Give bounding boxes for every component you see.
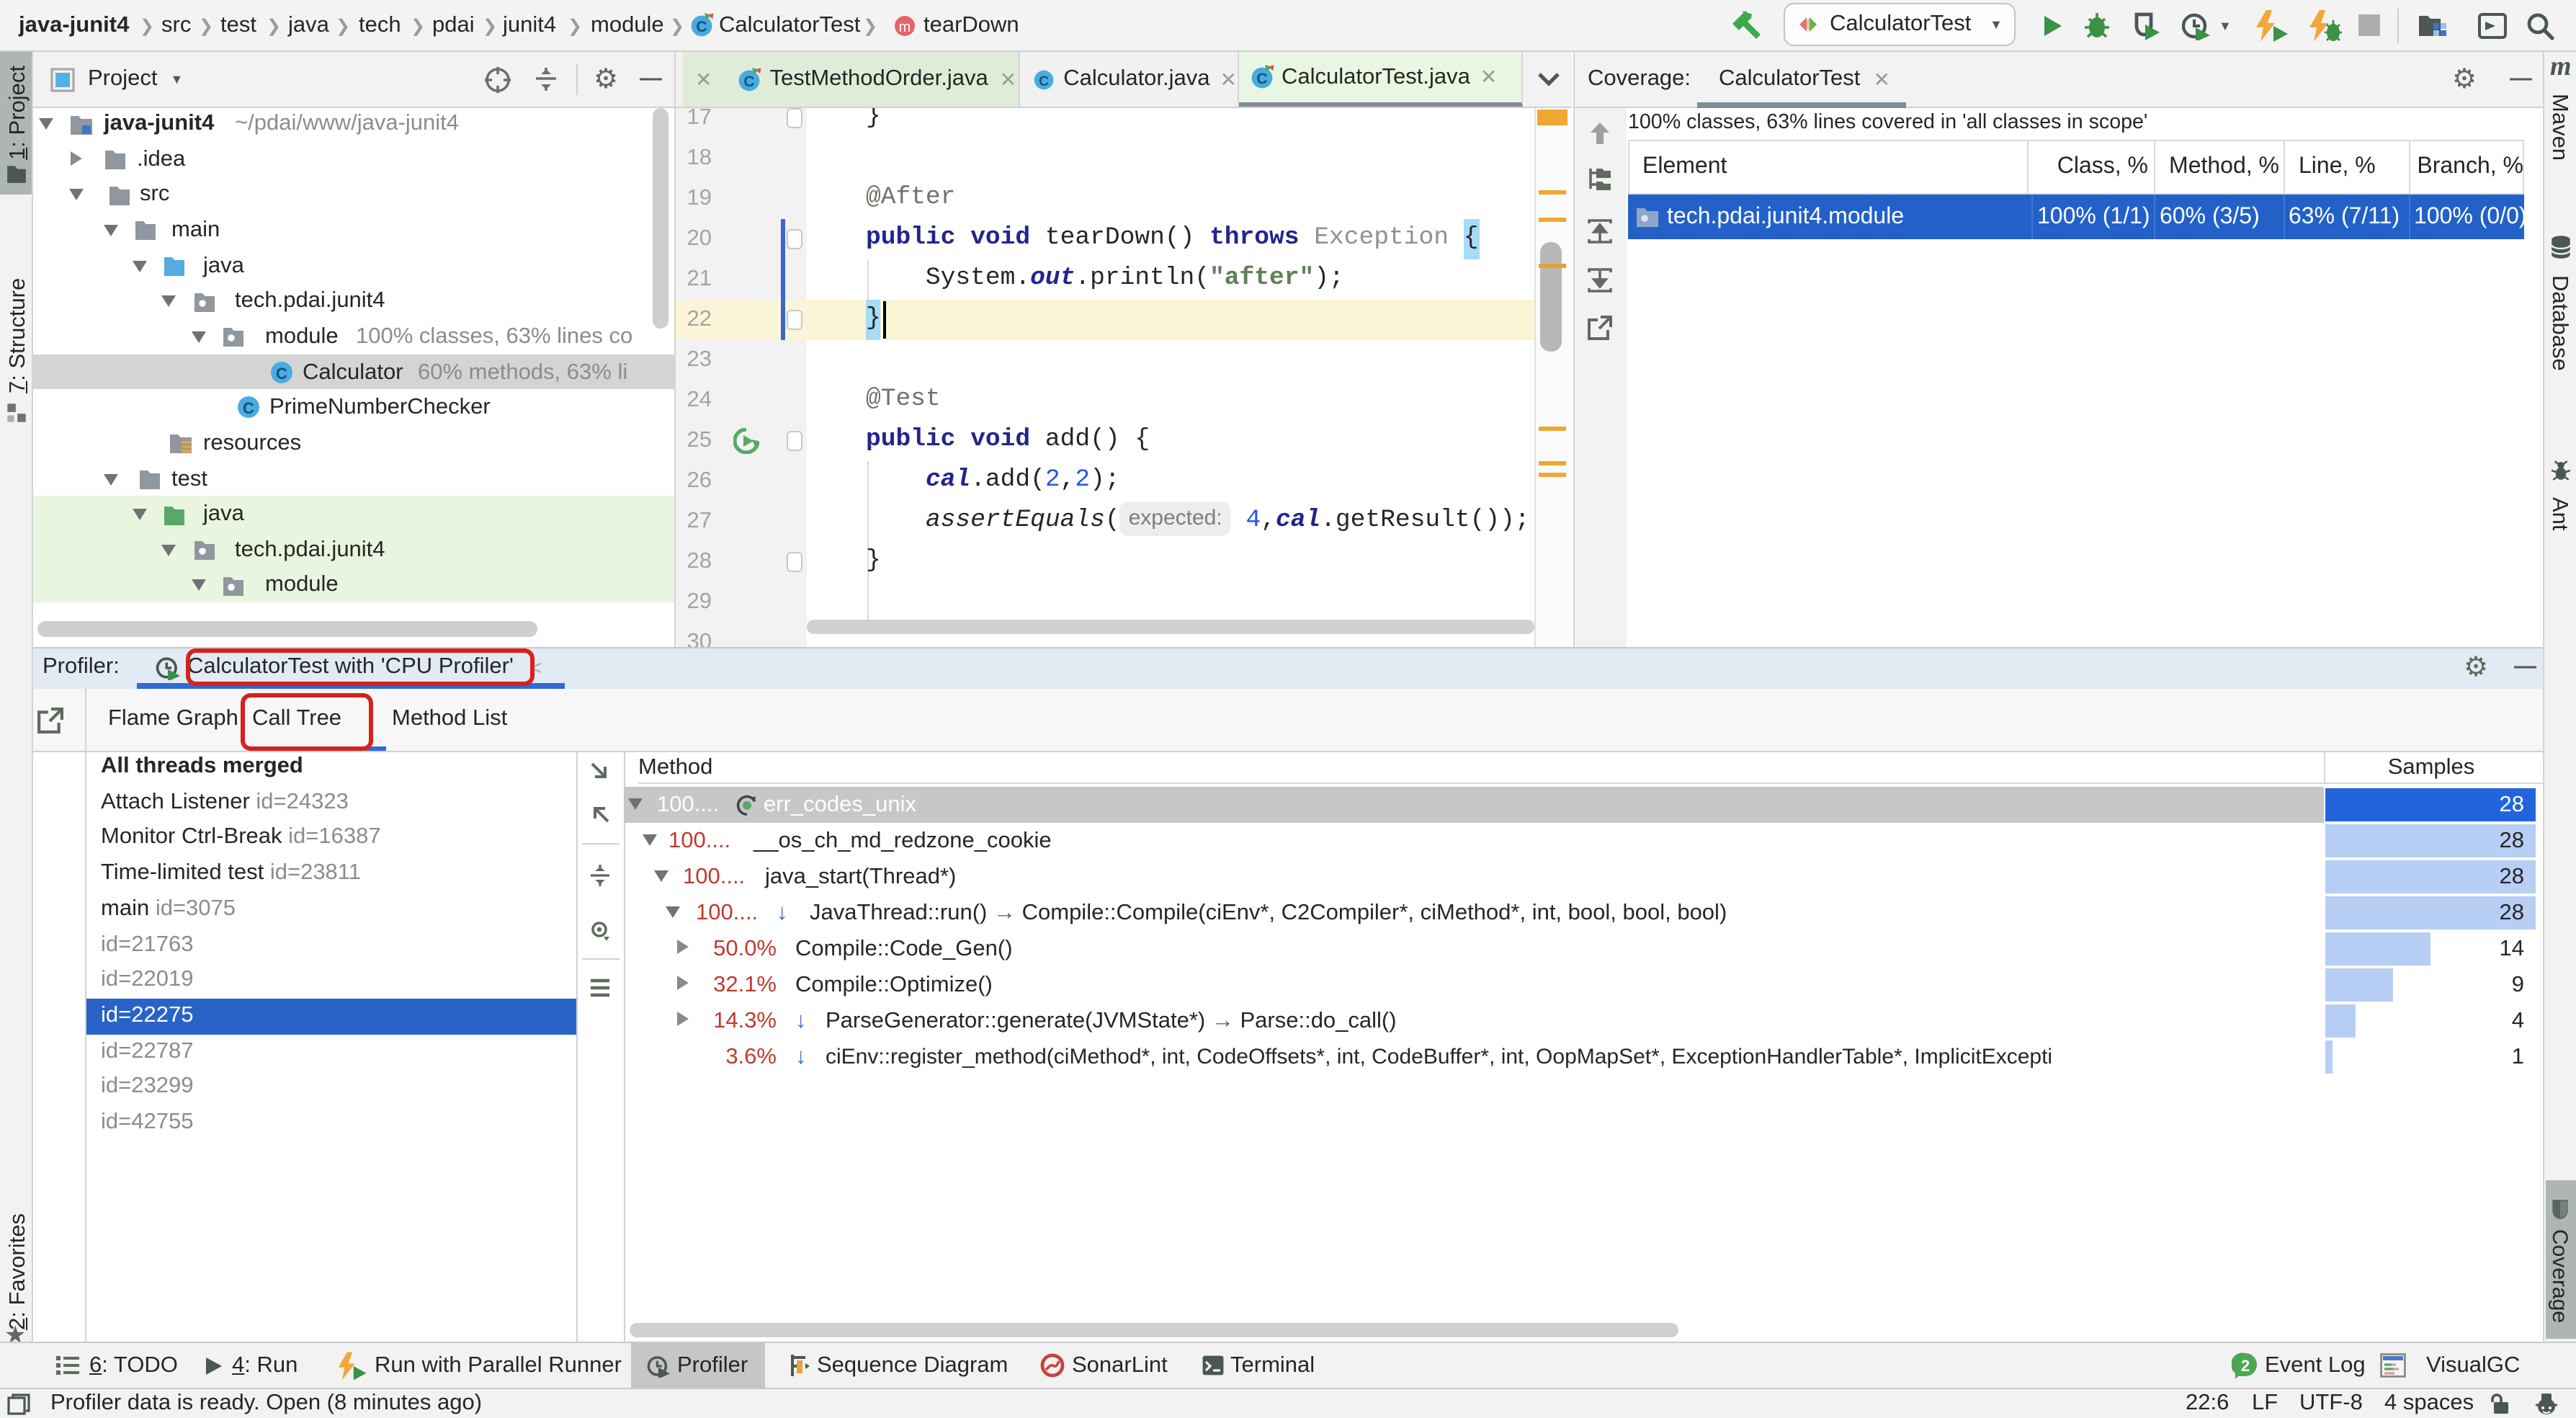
svg-text:C: C <box>1256 71 1266 87</box>
svg-text:C: C <box>276 364 287 382</box>
svg-text:m: m <box>899 19 911 35</box>
svg-text:2: 2 <box>2241 1357 2250 1375</box>
svg-text:C: C <box>744 73 755 89</box>
svg-text:C: C <box>243 399 254 417</box>
svg-text:C: C <box>696 19 707 35</box>
svg-text:C: C <box>1039 73 1049 89</box>
